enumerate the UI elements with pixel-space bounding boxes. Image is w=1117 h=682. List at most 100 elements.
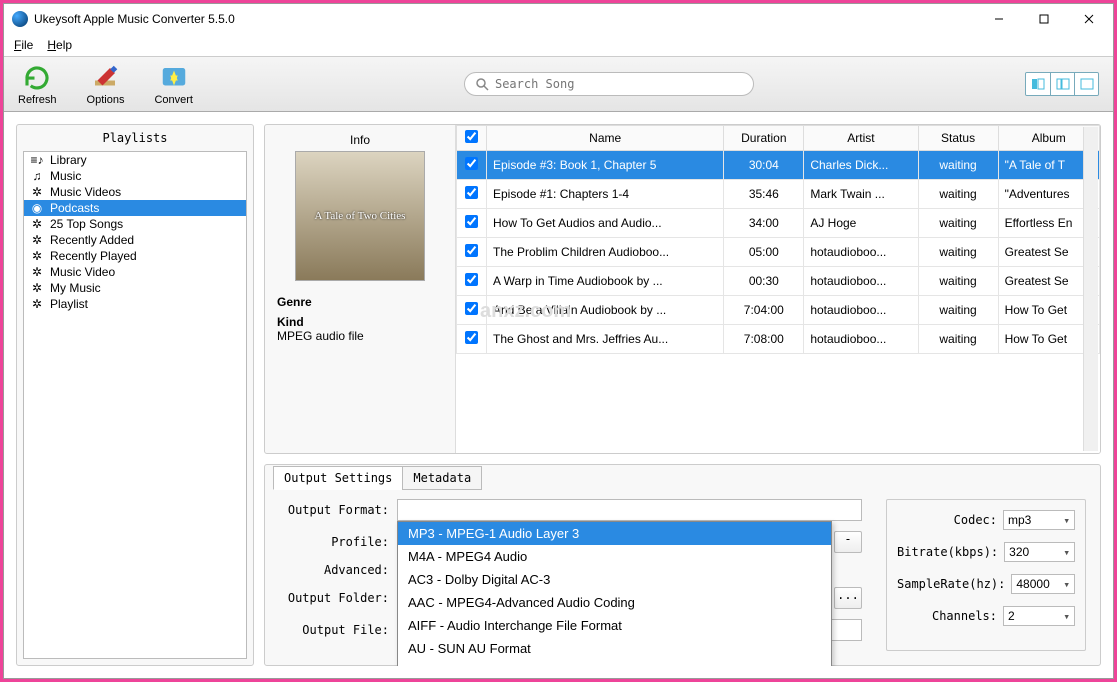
cell-duration: 7:08:00 (724, 325, 804, 354)
menubar: File Help (4, 34, 1113, 56)
header-duration[interactable]: Duration (724, 126, 804, 151)
playlist-list: ≡♪Library ♫Music ✲Music Videos ◉Podcasts… (23, 151, 247, 659)
samplerate-select[interactable]: 48000 (1011, 574, 1075, 594)
sidebar-item-podcasts[interactable]: ◉Podcasts (24, 200, 246, 216)
cell-duration: 7:04:00 (724, 296, 804, 325)
convert-icon (159, 63, 189, 93)
tab-output-settings[interactable]: Output Settings (273, 466, 403, 490)
cell-name: How To Get Audios and Audio... (487, 209, 724, 238)
search-input[interactable] (495, 77, 743, 91)
cell-duration: 00:30 (724, 267, 804, 296)
album-cover: A Tale of Two Cities (295, 151, 425, 281)
cell-name: And Be a Villain Audiobook by ... (487, 296, 724, 325)
gear-icon: ✲ (30, 185, 44, 199)
cell-name: A Warp in Time Audiobook by ... (487, 267, 724, 296)
cell-duration: 30:04 (724, 151, 804, 180)
cell-status: waiting (918, 180, 998, 209)
format-option-flac[interactable]: FLAC - Free Lossless Audio Codec (398, 660, 831, 666)
scrollbar[interactable] (1083, 127, 1098, 451)
layout-button-2[interactable] (1050, 73, 1074, 95)
table-row[interactable]: How To Get Audios and Audio... 34:00 AJ … (457, 209, 1100, 238)
header-artist[interactable]: Artist (804, 126, 918, 151)
cell-name: Episode #1: Chapters 1-4 (487, 180, 724, 209)
gear-icon: ✲ (30, 217, 44, 231)
row-checkbox[interactable] (465, 186, 478, 199)
format-option-ac3[interactable]: AC3 - Dolby Digital AC-3 (398, 568, 831, 591)
table-row[interactable]: The Ghost and Mrs. Jeffries Au... 7:08:0… (457, 325, 1100, 354)
search-box[interactable] (464, 72, 754, 96)
format-option-aiff[interactable]: AIFF - Audio Interchange File Format (398, 614, 831, 637)
gear-icon: ✲ (30, 249, 44, 263)
menu-file[interactable]: File (14, 38, 33, 52)
sidebar-item-recently-played[interactable]: ✲Recently Played (24, 248, 246, 264)
output-format-select[interactable] (397, 499, 862, 521)
row-checkbox[interactable] (465, 302, 478, 315)
maximize-button[interactable] (1021, 5, 1066, 33)
sidebar-item-music[interactable]: ♫Music (24, 168, 246, 184)
cell-name: The Problim Children Audioboo... (487, 238, 724, 267)
row-checkbox[interactable] (465, 157, 478, 170)
codec-select[interactable]: mp3 (1003, 510, 1075, 530)
sidebar-item-recently-added[interactable]: ✲Recently Added (24, 232, 246, 248)
header-name[interactable]: Name (487, 126, 724, 151)
gear-icon: ✲ (30, 281, 44, 295)
output-format-dropdown[interactable]: MP3 - MPEG-1 Audio Layer 3 M4A - MPEG4 A… (397, 521, 832, 666)
toolbar: Refresh Options Convert (4, 56, 1113, 112)
layout-button-3[interactable] (1074, 73, 1098, 95)
sidebar-item-25-top-songs[interactable]: ✲25 Top Songs (24, 216, 246, 232)
sidebar-item-playlist[interactable]: ✲Playlist (24, 296, 246, 312)
gear-icon: ✲ (30, 233, 44, 247)
upper-panel: Info A Tale of Two Cities Genre Kind MPE… (264, 124, 1101, 454)
row-checkbox[interactable] (465, 215, 478, 228)
sidebar-item-music-videos[interactable]: ✲Music Videos (24, 184, 246, 200)
row-checkbox[interactable] (465, 244, 478, 257)
channels-select[interactable]: 2 (1003, 606, 1075, 626)
header-checkbox[interactable] (457, 126, 487, 151)
profile-remove-button[interactable]: - (834, 531, 862, 553)
row-checkbox[interactable] (465, 331, 478, 344)
library-icon: ≡♪ (30, 153, 44, 167)
convert-button[interactable]: Convert (154, 63, 193, 106)
search-icon (475, 77, 489, 91)
cell-duration: 34:00 (724, 209, 804, 238)
format-option-au[interactable]: AU - SUN AU Format (398, 637, 831, 660)
options-button[interactable]: Options (87, 63, 125, 106)
menu-help[interactable]: Help (47, 38, 72, 52)
cell-artist: hotaudioboo... (804, 238, 918, 267)
table-row[interactable]: And Be a Villain Audiobook by ... 7:04:0… (457, 296, 1100, 325)
channels-label: Channels: (897, 609, 997, 623)
format-option-mp3[interactable]: MP3 - MPEG-1 Audio Layer 3 (398, 522, 831, 545)
bitrate-label: Bitrate(kbps): (897, 545, 998, 559)
cell-status: waiting (918, 209, 998, 238)
sidebar-item-library[interactable]: ≡♪Library (24, 152, 246, 168)
row-checkbox[interactable] (465, 273, 478, 286)
cell-name: Episode #3: Book 1, Chapter 5 (487, 151, 724, 180)
minimize-button[interactable] (976, 5, 1021, 33)
table-row[interactable]: The Problim Children Audioboo... 05:00 h… (457, 238, 1100, 267)
header-status[interactable]: Status (918, 126, 998, 151)
format-option-m4a[interactable]: M4A - MPEG4 Audio (398, 545, 831, 568)
table-row[interactable]: Episode #1: Chapters 1-4 35:46 Mark Twai… (457, 180, 1100, 209)
refresh-button[interactable]: Refresh (18, 63, 57, 106)
settings-panel: Output Settings Metadata Output Format: … (264, 464, 1101, 666)
close-button[interactable] (1066, 5, 1111, 33)
sidebar-item-music-video[interactable]: ✲Music Video (24, 264, 246, 280)
table-row[interactable]: A Warp in Time Audiobook by ... 00:30 ho… (457, 267, 1100, 296)
track-table[interactable]: Name Duration Artist Status Album Episod… (455, 125, 1100, 453)
format-option-aac[interactable]: AAC - MPEG4-Advanced Audio Coding (398, 591, 831, 614)
cell-status: waiting (918, 238, 998, 267)
titlebar: Ukeysoft Apple Music Converter 5.5.0 (4, 4, 1113, 34)
sidebar-item-my-music[interactable]: ✲My Music (24, 280, 246, 296)
cell-artist: Charles Dick... (804, 151, 918, 180)
output-file-label: Output File: (279, 623, 389, 637)
genre-label: Genre (277, 295, 312, 309)
tab-metadata[interactable]: Metadata (402, 466, 482, 490)
music-icon: ♫ (30, 169, 44, 183)
cell-artist: hotaudioboo... (804, 267, 918, 296)
gear-icon: ✲ (30, 265, 44, 279)
window-title: Ukeysoft Apple Music Converter 5.5.0 (34, 12, 976, 26)
bitrate-select[interactable]: 320 (1004, 542, 1075, 562)
table-row[interactable]: Episode #3: Book 1, Chapter 5 30:04 Char… (457, 151, 1100, 180)
browse-folder-button[interactable]: ... (834, 587, 862, 609)
layout-button-1[interactable] (1026, 73, 1050, 95)
